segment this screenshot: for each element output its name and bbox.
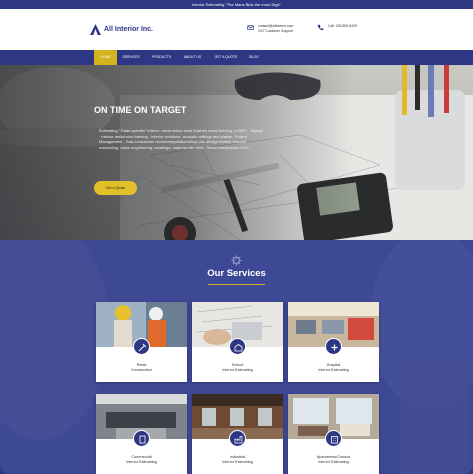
nav-item-products[interactable]: PRODUCTS	[148, 50, 175, 65]
nav-item-quote[interactable]: GET A QUOTE	[210, 50, 242, 65]
card-label-sub: Construction	[130, 368, 153, 372]
top-announcement-bar: Interior Estimating "The Mans Bids the m…	[0, 0, 473, 9]
hero-description: Estimating "Trade specific" interior con…	[99, 128, 264, 150]
nav-item-blog[interactable]: BLOG	[244, 50, 264, 65]
title-underline	[208, 284, 265, 285]
phone-number: Call: 229-890-8409	[328, 24, 357, 28]
site-header: All Interior Inc. contact@allinterior.co…	[0, 9, 473, 50]
announcement-text: Interior Estimating "The Mans Bids the m…	[192, 2, 281, 7]
factory-icon	[229, 430, 246, 447]
get-a-quote-button[interactable]: Get a Quote	[94, 181, 137, 195]
service-card-school[interactable]: School Interior Estimating	[192, 302, 283, 382]
email-contact[interactable]: contact@allinterior.com 24/7 Customer Su…	[247, 24, 293, 34]
service-card-commercial[interactable]: Commercial Interior Estimating	[96, 394, 187, 474]
services-title: Our Services	[207, 268, 266, 279]
hero-title: ON TIME ON TARGET	[94, 105, 187, 115]
service-card-retail[interactable]: Retail Construction	[96, 302, 187, 382]
building-icon	[133, 430, 150, 447]
browser-frame: Interior Estimating "The Mans Bids the m…	[0, 0, 473, 474]
email-subtext: 24/7 Customer Support	[258, 29, 294, 33]
email-icon	[247, 25, 254, 30]
phone-contact[interactable]: Call: 229-890-8409	[317, 24, 357, 31]
hospital-icon	[325, 338, 342, 355]
services-section: Our Services Retail Construction School In…	[0, 240, 473, 474]
service-card-industrial[interactable]: Industrial Interior Estimating	[192, 394, 283, 474]
card-label-sub: Interior Estimating	[318, 368, 349, 372]
card-label-sub: Interior Estimating	[318, 460, 349, 464]
phone-icon	[317, 24, 324, 31]
card-label-sub: Interior Estimating	[222, 368, 253, 372]
card-label-sub: Interior Estimating	[126, 460, 157, 464]
apartment-icon	[325, 430, 342, 447]
main-nav: HOME SERVICES PRODUCTS ABOUT US GET A QU…	[0, 50, 473, 65]
nav-item-services[interactable]: SERVICES	[118, 50, 144, 65]
gear-icon	[231, 255, 242, 266]
logo-text: All Interior Inc.	[104, 26, 154, 33]
service-card-apartments[interactable]: Apartments/Condos Interior Estimating	[288, 394, 379, 474]
nav-item-about[interactable]: ABOUT US	[179, 50, 206, 65]
card-label-sub: Interior Estimating	[222, 460, 253, 464]
hero-banner: ON TIME ON TARGET Estimating "Trade spec…	[0, 65, 473, 240]
nav-item-home[interactable]: HOME	[94, 50, 117, 65]
school-icon	[229, 338, 246, 355]
tools-icon	[133, 338, 150, 355]
service-card-hospital[interactable]: Hospital Interior Estimating	[288, 302, 379, 382]
hero-overlay	[0, 65, 473, 240]
logo-mark-icon	[90, 24, 101, 35]
site-logo[interactable]: All Interior Inc.	[90, 24, 153, 35]
